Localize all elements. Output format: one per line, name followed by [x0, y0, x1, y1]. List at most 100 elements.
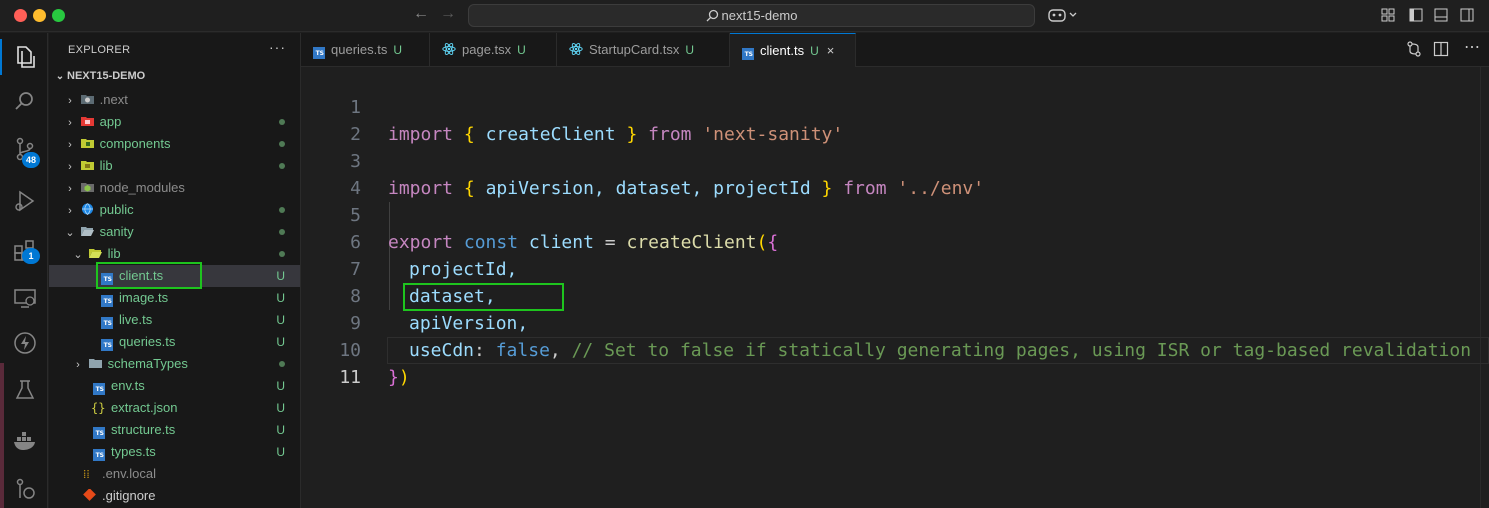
code-editor[interactable]: 1 import { createClient } from 'next-san… — [301, 67, 1489, 508]
tree-folder-next[interactable]: › .next — [49, 89, 300, 111]
tree-label: queries.ts — [119, 334, 176, 349]
back-arrow-icon[interactable]: ← — [413, 5, 429, 23]
tree-file-live-ts[interactable]: TS live.ts U — [49, 309, 300, 331]
tree-label: .gitignore — [102, 488, 156, 503]
tree-label: types.ts — [111, 444, 156, 459]
tree-folder-schema-types[interactable]: › schemaTypes — [49, 353, 300, 375]
docker-icon[interactable] — [12, 428, 38, 454]
chevron-right-icon: › — [68, 139, 72, 151]
chevron-down-icon: ⌄ — [55, 71, 65, 82]
search-icon — [706, 9, 718, 22]
git-untracked-badge: U — [276, 269, 285, 283]
toggle-primary-sidebar-icon[interactable] — [1409, 8, 1423, 22]
env-file-icon: ⁞⁞ — [83, 467, 90, 481]
testing-icon[interactable] — [12, 377, 38, 403]
code-line: 7 dataset, — [301, 229, 1489, 307]
tree-file-image-ts[interactable]: TS image.ts U — [49, 287, 300, 309]
folder-node-modules-icon — [80, 183, 94, 192]
folder-app-icon — [80, 117, 94, 126]
gitlens-icon[interactable] — [12, 476, 38, 502]
toggle-secondary-sidebar-icon[interactable] — [1460, 8, 1474, 22]
code-line: 5 export const client = createClient({ — [301, 175, 1489, 253]
explorer-icon[interactable] — [12, 43, 38, 69]
json-file-icon: {} — [91, 401, 106, 415]
forward-arrow-icon[interactable]: → — [440, 5, 456, 23]
remote-explorer-icon[interactable] — [12, 285, 38, 311]
close-window-button[interactable] — [14, 9, 27, 22]
tab-label: page.tsx — [462, 42, 512, 57]
token-paren: ) — [398, 367, 410, 388]
toggle-panel-icon[interactable] — [1434, 8, 1448, 22]
copilot-icon[interactable] — [1048, 7, 1078, 23]
chevron-right-icon: › — [68, 205, 72, 217]
split-editor-icon[interactable] — [1433, 41, 1449, 57]
tree-file-extract-json[interactable]: {} extract.json U — [49, 397, 300, 419]
search-icon[interactable] — [12, 89, 38, 115]
explorer-more-actions[interactable]: ··· — [269, 39, 286, 55]
open-changes-icon[interactable] — [1406, 41, 1422, 57]
tree-file-types-ts[interactable]: TS types.ts U — [49, 441, 300, 463]
chevron-right-icon: › — [68, 95, 72, 107]
extensions-badge: 1 — [22, 248, 40, 264]
highlight-box-client-ts — [96, 262, 202, 289]
tab-status: U — [393, 43, 403, 57]
tree-label: env.ts — [111, 378, 145, 393]
git-modified-dot — [279, 119, 285, 125]
tree-file-structure-ts[interactable]: TS structure.ts U — [49, 419, 300, 441]
tree-folder-components[interactable]: › components — [49, 133, 300, 155]
tree-folder-lib[interactable]: › lib — [49, 155, 300, 177]
code-line: 8 apiVersion, — [301, 256, 1489, 334]
git-untracked-badge: U — [276, 423, 285, 437]
command-center-search[interactable]: next15-demo — [468, 4, 1035, 27]
minimize-window-button[interactable] — [33, 9, 46, 22]
typescript-file-icon: TS — [93, 449, 105, 461]
code-line: 3 import { apiVersion, dataset, projectI… — [301, 121, 1489, 199]
tab-startupcard-tsx[interactable]: StartupCard.tsx U — [557, 33, 730, 67]
folder-icon — [88, 359, 102, 368]
tree-label: image.ts — [119, 290, 169, 305]
folder-open-icon — [80, 227, 94, 236]
folder-lib-open-icon — [88, 249, 102, 258]
git-modified-dot — [279, 141, 285, 147]
react-file-icon — [442, 43, 456, 55]
git-untracked-badge: U — [276, 291, 285, 305]
git-modified-dot — [279, 251, 285, 257]
folder-public-icon — [81, 203, 93, 215]
folder-next-icon — [80, 95, 94, 104]
tree-label: public — [99, 202, 134, 217]
code-line: 2 — [301, 94, 1489, 145]
title-bar: ← → next15-demo — [0, 0, 1489, 32]
tree-folder-sanity[interactable]: ⌄ sanity — [49, 221, 300, 243]
customize-layout-icon[interactable] — [1381, 8, 1395, 22]
chevron-down-icon: ⌄ — [73, 249, 83, 261]
tree-label: sanity — [99, 224, 134, 239]
lightning-icon[interactable] — [12, 330, 38, 356]
workspace-root[interactable]: ⌄ NEXT15-DEMO — [53, 70, 145, 82]
tree-label: app — [99, 114, 122, 129]
tree-file-queries-ts[interactable]: TS queries.ts U — [49, 331, 300, 353]
tree-label: structure.ts — [111, 422, 176, 437]
activity-bar: 48 1 — [0, 33, 48, 508]
workspace-name: next15-demo — [721, 8, 798, 23]
chevron-right-icon: › — [76, 359, 80, 371]
tree-file-env-ts[interactable]: TS env.ts U — [49, 375, 300, 397]
tree-label: .next — [99, 92, 128, 107]
tree-folder-app[interactable]: › app — [49, 111, 300, 133]
tree-file-gitignore[interactable]: .gitignore — [49, 485, 300, 507]
code-line: 1 import { createClient } from 'next-san… — [301, 67, 1489, 145]
tree-label: lib — [99, 158, 113, 173]
tree-folder-node-modules[interactable]: › node_modules — [49, 177, 300, 199]
tab-queries-ts[interactable]: TS queries.ts U — [301, 33, 430, 67]
close-tab-icon[interactable]: × — [827, 43, 835, 58]
tree-file-env-local[interactable]: ⁞⁞ .env.local — [49, 463, 300, 485]
run-and-debug-icon[interactable] — [12, 188, 38, 214]
more-actions-icon[interactable]: ⋯ — [1464, 37, 1480, 57]
tree-folder-public[interactable]: › public — [49, 199, 300, 221]
tab-page-tsx[interactable]: page.tsx U — [430, 33, 557, 67]
code-line: 4 — [301, 148, 1489, 199]
maximize-window-button[interactable] — [52, 9, 65, 22]
line-number: 11 — [339, 367, 361, 388]
chevron-right-icon: › — [68, 161, 72, 173]
tab-client-ts[interactable]: TS client.ts U × — [730, 33, 856, 68]
git-modified-dot — [279, 229, 285, 235]
